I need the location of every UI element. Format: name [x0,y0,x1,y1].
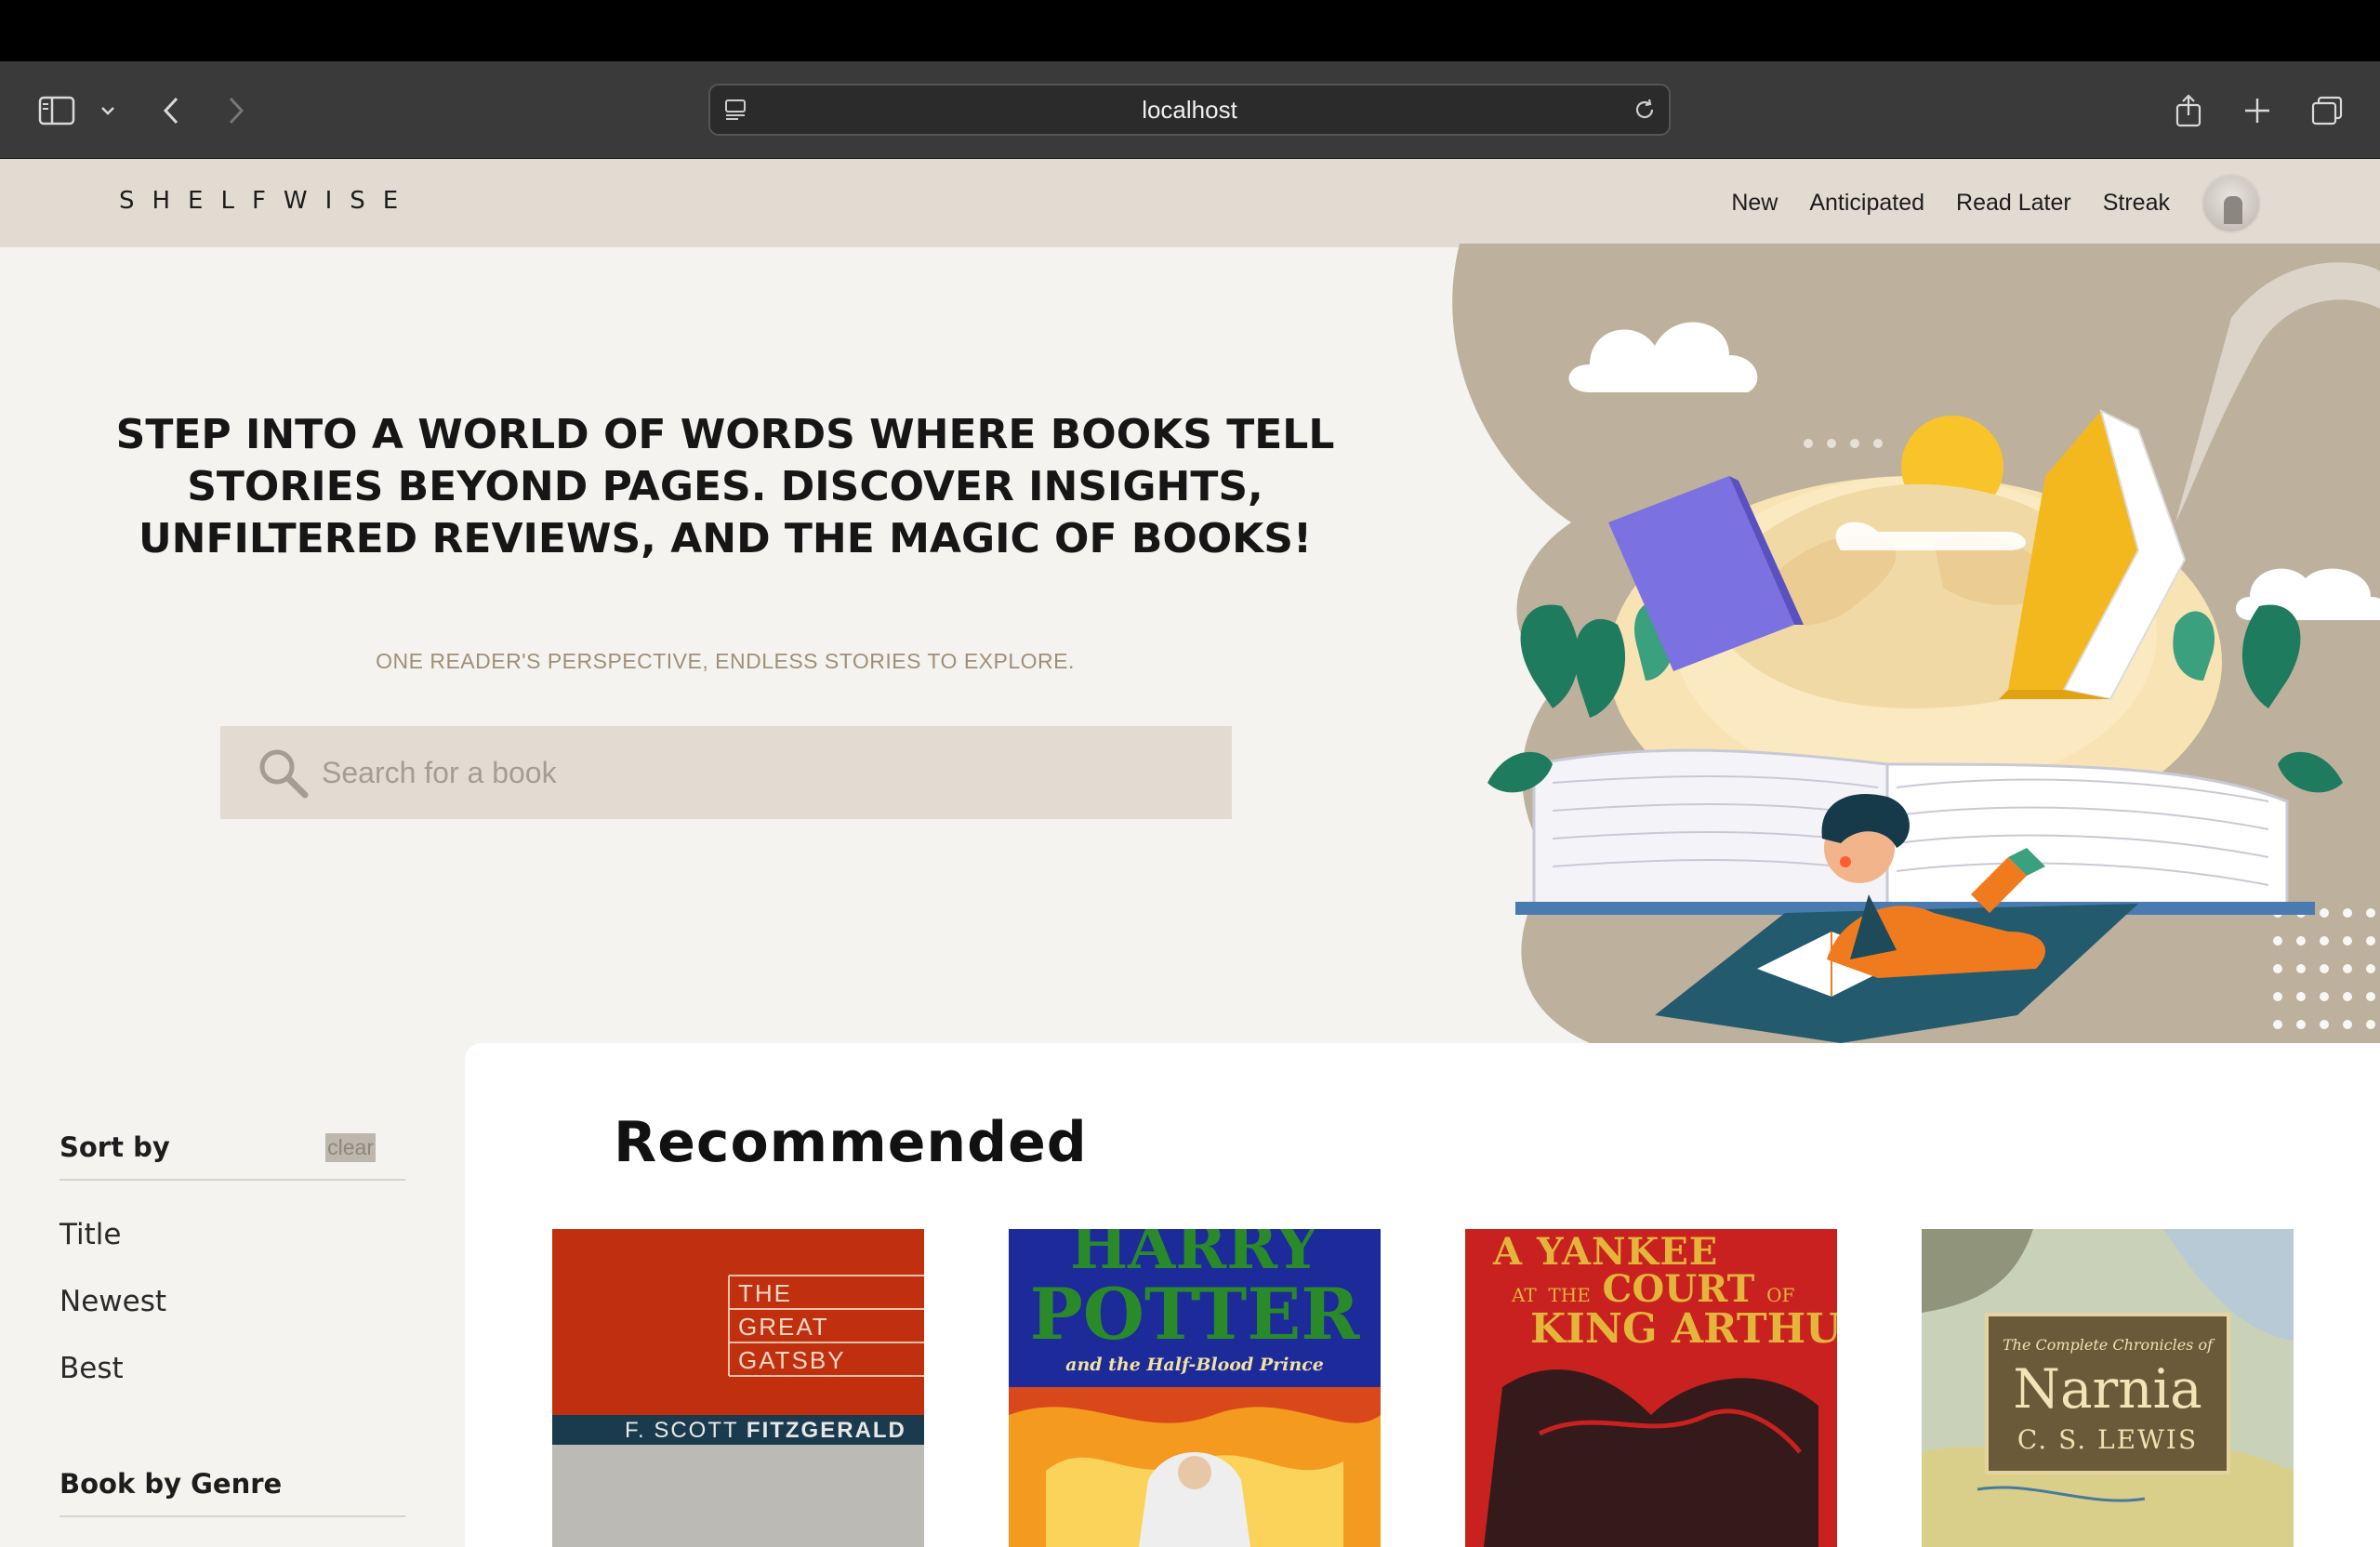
book-card-yankee[interactable]: A YANKEE AT THE COURT OF KING ARTHUR [1465,1229,1837,1547]
nav-link-new[interactable]: New [1731,190,1778,217]
nav-links: New Anticipated Read Later Streak [1731,159,2261,247]
sort-header: Sort by clear [60,1116,405,1181]
url-text: localhost [1142,95,1237,124]
sort-option-title[interactable]: Title [60,1201,405,1268]
book-search-bar [220,726,1232,819]
nav-link-read-later[interactable]: Read Later [1956,190,2071,217]
user-avatar[interactable] [2202,173,2261,233]
page-settings-icon[interactable] [723,97,749,127]
narnia-small-title: The Complete Chronicles of [2003,1336,2215,1354]
site-navbar: SHELFWISE New Anticipated Read Later Str… [0,159,2380,247]
sort-heading: Sort by [60,1131,170,1163]
book-card-harry-potter[interactable]: HARRY POTTER and the Half-Blood Prince [1009,1229,1381,1547]
book-cover-harry-potter: HARRY POTTER and the Half-Blood Prince [1009,1229,1381,1547]
sort-options: Title Newest Best [60,1181,405,1402]
hero-headline: STEP INTO A WORLD OF WORDS WHERE BOOKS T… [115,411,1335,562]
hero-reading-illustration [1452,244,2380,1043]
search-input[interactable] [322,755,1158,790]
genre-header: Book by Genre [60,1452,405,1517]
gatsby-author: F. SCOTT FITZGERALD [625,1418,906,1443]
hp-title-main: POTTER [1030,1273,1361,1355]
gatsby-title-line-3: GATSBY [738,1346,846,1374]
book-cover-yankee: A YANKEE AT THE COURT OF KING ARTHUR [1465,1229,1837,1547]
gatsby-title-line-2: GREAT [738,1313,829,1341]
browser-toolbar: localhost [0,61,2380,159]
hero-subtitle: ONE READER'S PERSPECTIVE, ENDLESS STORIE… [376,649,1075,673]
narnia-title: Narnia [2013,1357,2202,1421]
share-icon[interactable] [2170,61,2207,159]
sort-option-best[interactable]: Best [60,1335,405,1402]
forward-icon[interactable] [221,61,251,159]
gatsby-title-line-1: THE [738,1279,792,1307]
nav-link-streak[interactable]: Streak [2103,190,2170,217]
book-card-narnia[interactable]: The Complete Chronicles of Narnia C. S. … [1922,1229,2294,1547]
filter-sidebar: Sort by clear Title Newest Best Book by … [60,1116,405,1517]
system-top-bar [0,0,2380,61]
new-tab-icon[interactable] [2239,61,2276,159]
address-bar[interactable]: localhost [708,84,1671,136]
section-title: Recommended [614,1110,1088,1175]
book-cover-narnia: The Complete Chronicles of Narnia C. S. … [1922,1229,2294,1547]
clear-button[interactable]: clear [325,1132,376,1162]
book-card-great-gatsby[interactable]: THE GREAT GATSBY F. SCOTT FITZGERALD [552,1229,924,1547]
sort-option-newest[interactable]: Newest [60,1268,405,1335]
recommended-panel: Recommended THE GREAT GATSBY F. SCOTT FI… [465,1043,2380,1547]
genre-heading: Book by Genre [60,1468,283,1500]
chevron-down-icon[interactable] [97,61,119,159]
back-icon[interactable] [156,61,186,159]
tab-overview-icon[interactable] [2307,61,2347,159]
yankee-line-3: KING ARTHUR [1530,1305,1837,1353]
sidebar-toggle-icon[interactable] [35,61,78,159]
narnia-author: C. S. LEWIS [2017,1424,2198,1455]
gatsby-author-first: F. SCOTT [625,1418,747,1443]
book-cover-great-gatsby: THE GREAT GATSBY F. SCOTT FITZGERALD [552,1229,924,1547]
hp-subtitle: and the Half-Blood Prince [1065,1355,1324,1375]
reload-icon[interactable] [1632,97,1658,127]
search-icon [259,749,309,799]
gatsby-author-last: FITZGERALD [747,1418,906,1443]
site-logo[interactable]: SHELFWISE [119,187,416,215]
nav-link-anticipated[interactable]: Anticipated [1809,190,1924,217]
